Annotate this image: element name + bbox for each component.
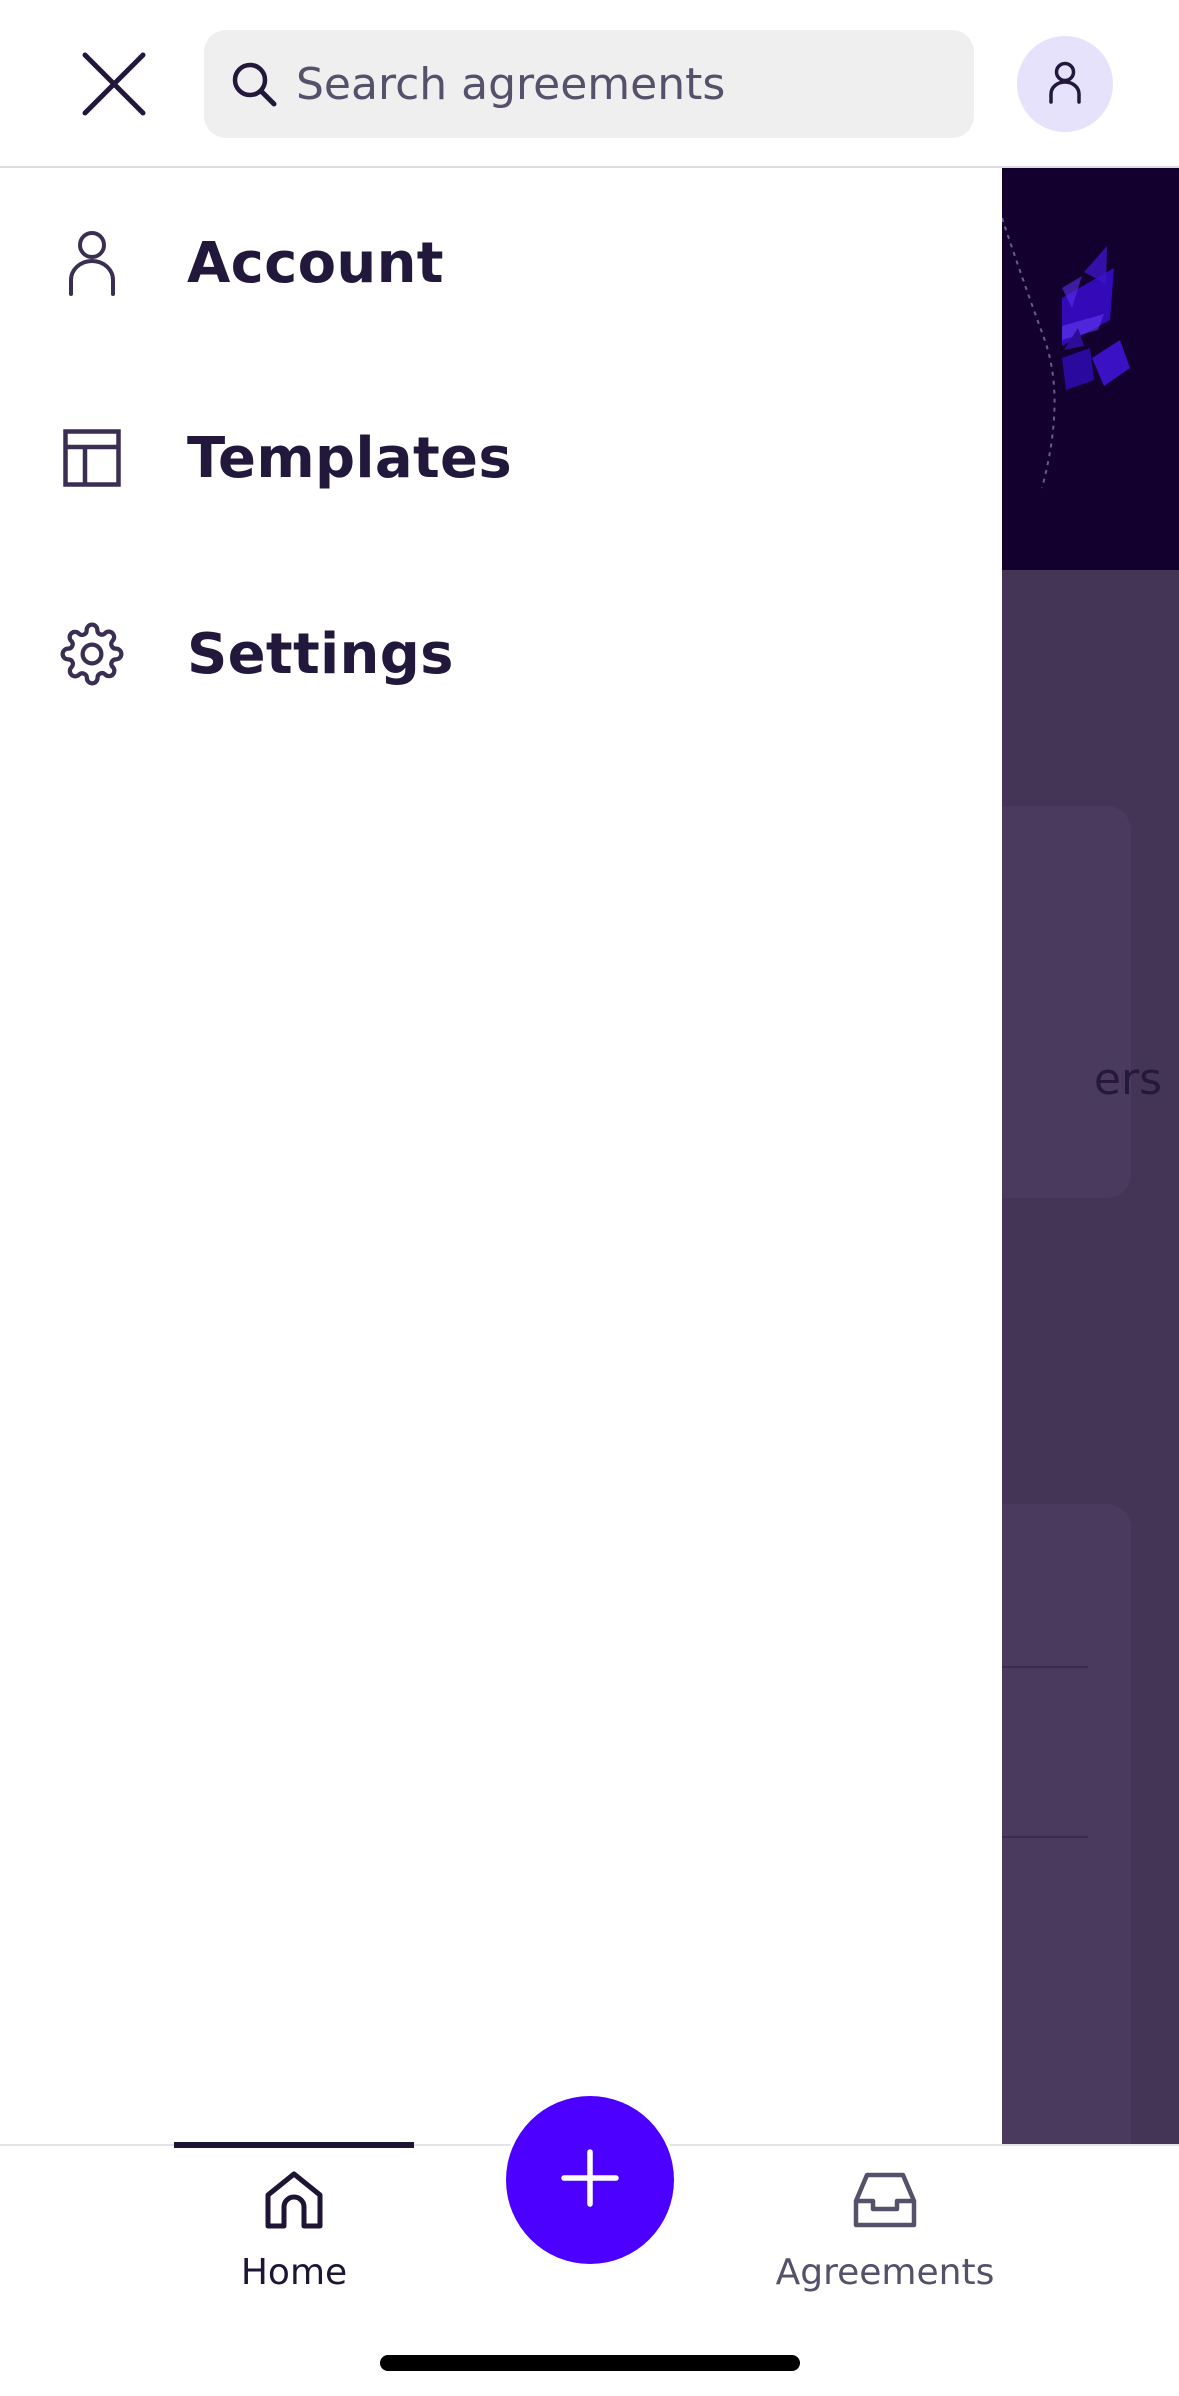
home-icon [258,2164,330,2236]
background-card [1002,806,1131,1198]
template-layout-icon [57,423,127,493]
drawer-item-label: Settings [187,621,454,687]
avatar-button[interactable] [1017,36,1113,132]
tab-agreements-label: Agreements [775,2252,995,2293]
top-bar [0,0,1179,168]
person-icon [1045,60,1085,108]
gear-icon [57,619,127,689]
drawer-item-label: Templates [187,425,512,491]
tab-home-label: Home [240,2252,348,2293]
drawer-item-templates[interactable]: Templates [0,383,1002,533]
drawer-item-settings[interactable]: Settings [0,579,1002,729]
search-bar[interactable] [204,30,974,138]
close-icon [81,51,147,121]
background-page-overlay[interactable]: ers [1002,168,1179,2146]
tab-agreements[interactable]: Agreements [765,2146,1005,2316]
inbox-icon [849,2164,921,2236]
drawer-item-account[interactable]: Account [0,188,1002,338]
navigation-drawer: Account Templates Settings [0,168,1002,2146]
background-card-text: ers [1093,1054,1162,1105]
person-icon [57,228,127,298]
background-divider [1002,1836,1088,1838]
background-hero-banner [1002,168,1179,570]
create-agreement-button[interactable] [506,2096,674,2264]
search-icon [226,56,282,112]
background-card [1002,1504,1131,2146]
home-indicator-bar [380,2355,800,2371]
close-drawer-button[interactable] [72,44,156,128]
plus-icon [560,2148,620,2212]
hero-illustration [1002,217,1130,489]
drawer-item-label: Account [187,230,444,296]
search-input[interactable] [296,58,936,110]
background-divider [1002,1666,1088,1668]
tab-home[interactable]: Home [174,2146,414,2316]
